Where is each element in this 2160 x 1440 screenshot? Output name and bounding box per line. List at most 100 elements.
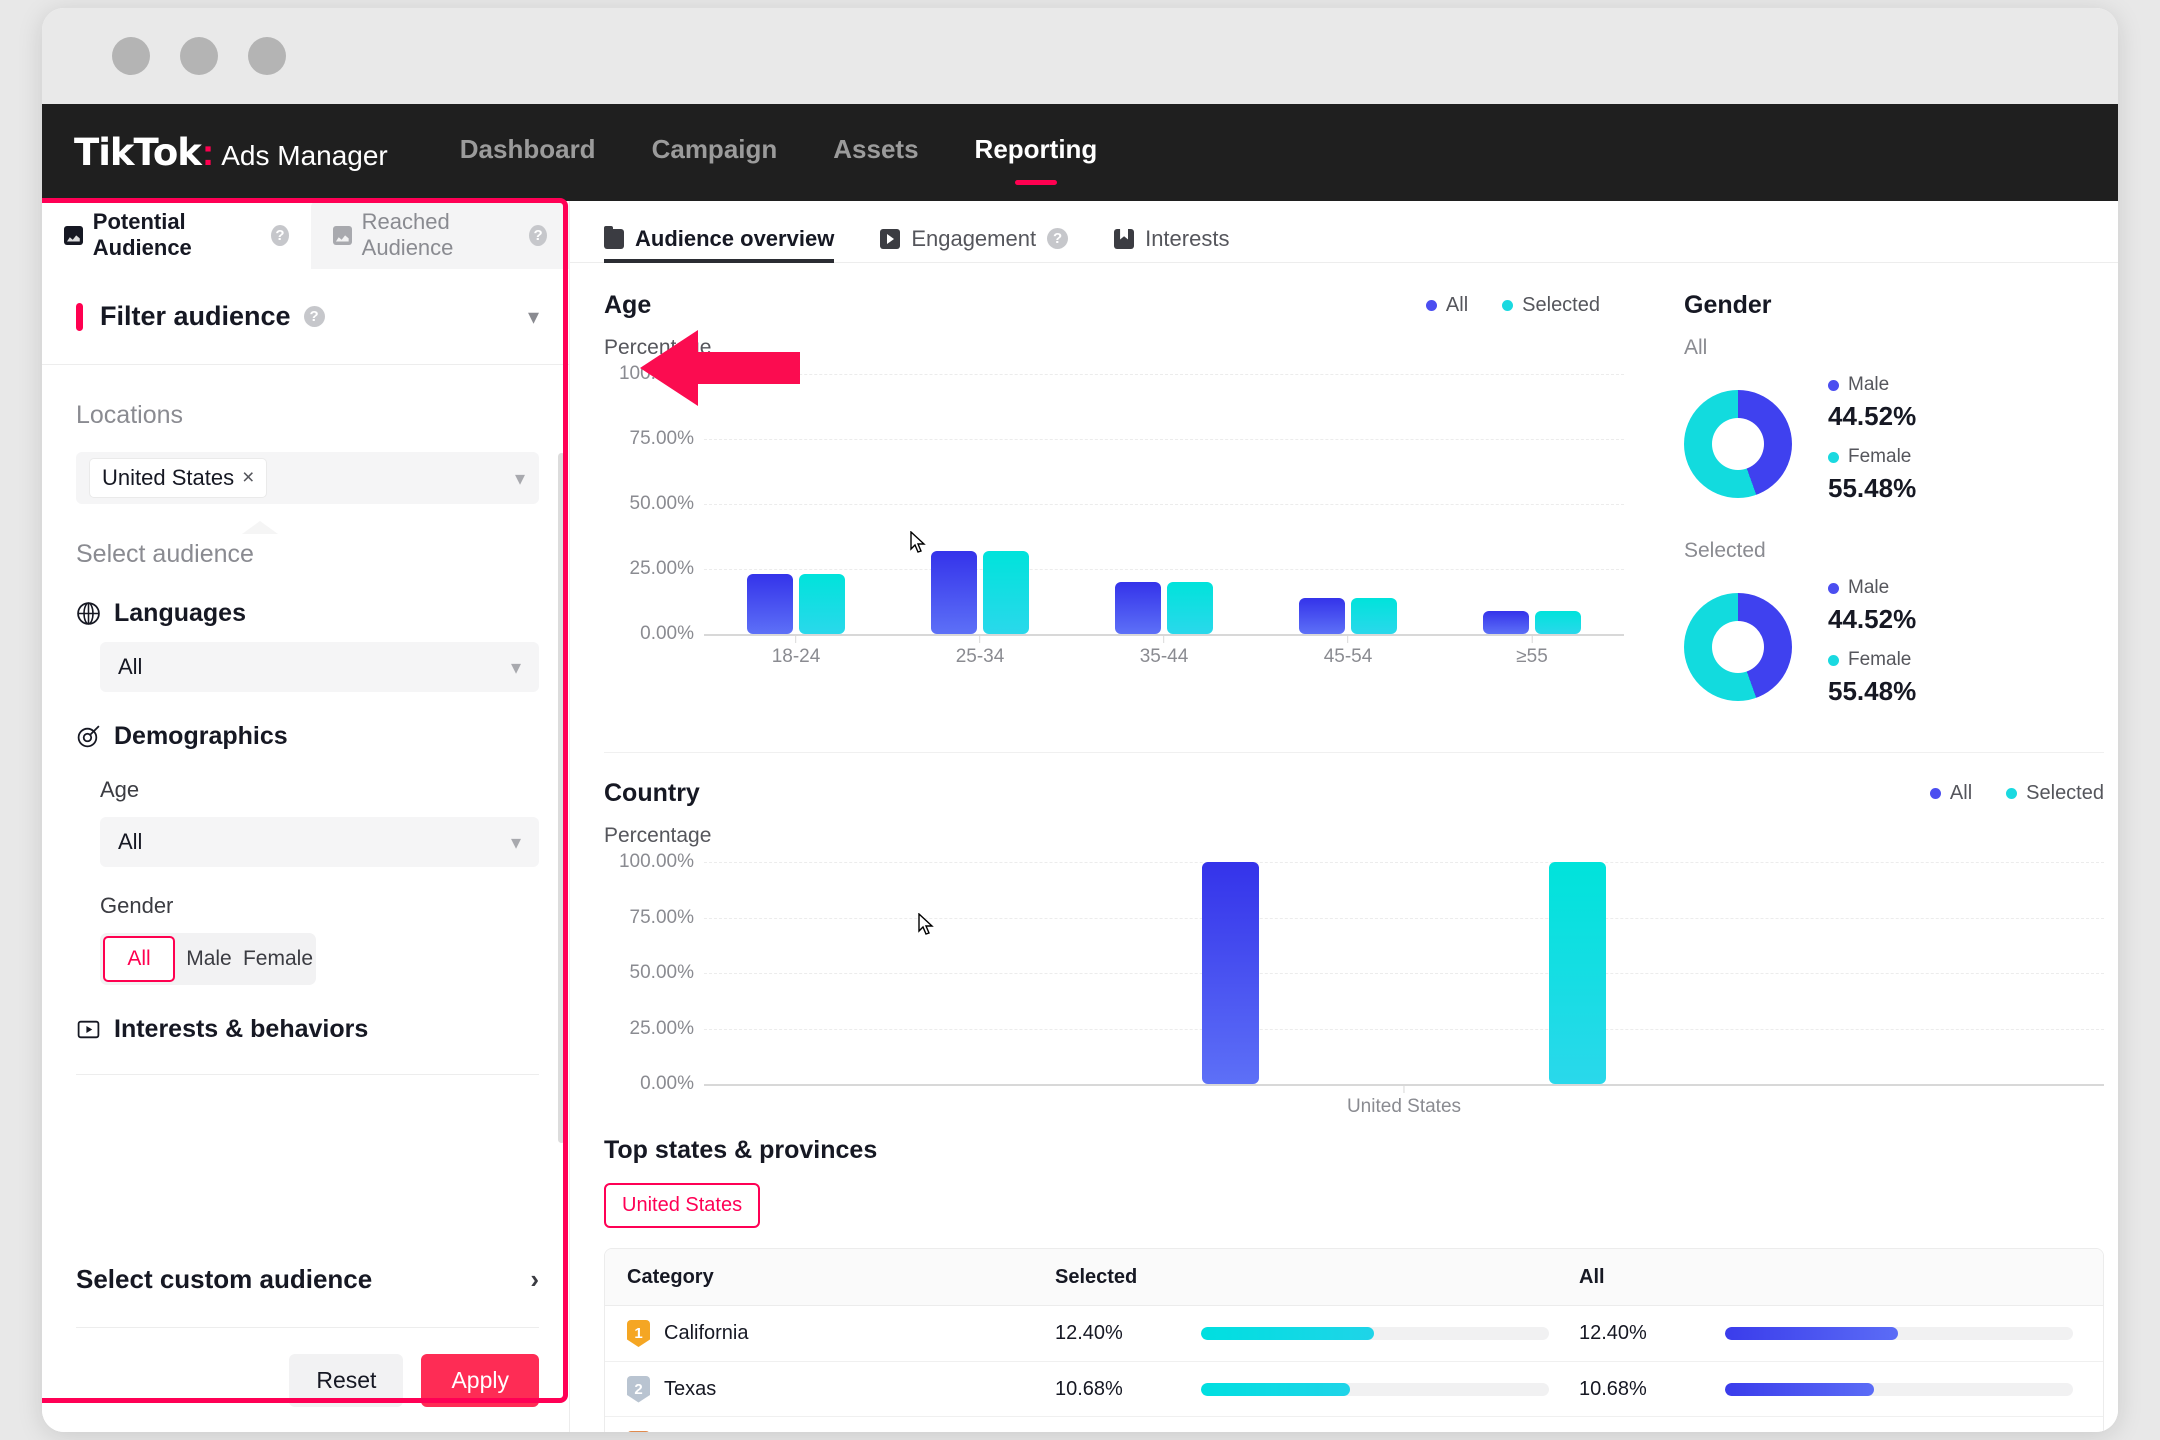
- help-icon[interactable]: ?: [271, 224, 289, 246]
- gender-chart-block: Gender All Male 44.52% Female 55.48% Sel…: [1684, 291, 2104, 716]
- tab-reached-audience[interactable]: Reached Audience ?: [310, 201, 569, 269]
- filter-audience-header[interactable]: Filter audience ? ▾: [42, 269, 569, 365]
- age-chart-legend: All Selected: [1425, 294, 1600, 317]
- location-chip-label: United States: [102, 465, 235, 490]
- tab-potential-audience[interactable]: Potential Audience ?: [42, 201, 311, 269]
- window-minimize-button[interactable]: [180, 37, 218, 75]
- interests-behaviors-group-header[interactable]: Interests & behaviors: [76, 1015, 539, 1044]
- xtick-label: 45-54: [1323, 646, 1373, 667]
- bar-group: 25-34: [888, 374, 1072, 667]
- gender-male-value: 44.52%: [1828, 401, 1917, 431]
- state-name: Texas: [664, 1377, 717, 1400]
- gender-option-female[interactable]: Female: [243, 936, 313, 982]
- chevron-right-icon[interactable]: ›: [530, 1264, 539, 1295]
- nav-link-dashboard[interactable]: Dashboard: [460, 134, 596, 171]
- apply-button[interactable]: Apply: [421, 1353, 539, 1407]
- bar-selected[interactable]: [1535, 610, 1581, 634]
- table-row[interactable]: 2 Texas 10.68% 10.68%: [605, 1361, 2103, 1416]
- tab-interests[interactable]: Interests: [1114, 215, 1229, 262]
- select-custom-audience-label: Select custom audience: [76, 1264, 373, 1294]
- nav-link-assets[interactable]: Assets: [833, 134, 918, 171]
- help-icon[interactable]: ?: [303, 306, 325, 327]
- reset-button[interactable]: Reset: [289, 1353, 404, 1407]
- top-states-title: Top states & provinces: [604, 1136, 878, 1164]
- all-bar-fill: [1725, 1382, 1874, 1396]
- mouse-cursor: [910, 531, 926, 555]
- state-name: California: [664, 1322, 749, 1344]
- bar-all[interactable]: [747, 574, 793, 634]
- gender-option-male[interactable]: Male: [175, 936, 243, 982]
- country-filter-chip-united-states[interactable]: United States: [604, 1183, 761, 1228]
- window-maximize-button[interactable]: [248, 37, 286, 75]
- sidebar-scrollbar[interactable]: [558, 453, 565, 1143]
- nav-link-reporting[interactable]: Reporting: [975, 134, 1098, 171]
- browser-window: TikTok : Ads Manager Dashboard Campaign …: [42, 8, 2118, 1432]
- table-row[interactable]: 1 California 12.40% 12.40%: [605, 1306, 2103, 1361]
- legend-item-all[interactable]: All: [1929, 782, 1972, 805]
- bar-all[interactable]: [1299, 597, 1345, 634]
- bar-all[interactable]: [931, 550, 977, 634]
- legend-item-selected[interactable]: Selected: [2006, 782, 2104, 805]
- xtick-label: 18-24: [771, 646, 821, 667]
- legend-label-male: Male: [1848, 577, 1890, 598]
- age-label: Age: [100, 777, 140, 802]
- top-states-table: Category Selected All 1 California 12.40% 1…: [604, 1248, 2104, 1432]
- age-select[interactable]: All ▾: [100, 817, 539, 867]
- legend-female: Female: [1828, 446, 1916, 468]
- selected-value: 12.40%: [1055, 1322, 1123, 1344]
- chevron-down-icon[interactable]: ▾: [528, 304, 539, 330]
- help-icon[interactable]: ?: [1047, 228, 1069, 249]
- legend-item-all[interactable]: All: [1425, 294, 1468, 317]
- selected-value: 10.68%: [1055, 1377, 1123, 1400]
- legend-label-female: Female: [1848, 446, 1912, 467]
- location-chip-united-states[interactable]: United States ×: [90, 459, 267, 497]
- bar-all[interactable]: [1202, 862, 1259, 1084]
- target-icon: [77, 725, 100, 748]
- close-icon[interactable]: ×: [242, 466, 254, 490]
- ytick: 50.00%: [629, 962, 694, 983]
- gender-all-label: All: [1684, 336, 1708, 359]
- legend-female: Female: [1828, 649, 1916, 671]
- divider: [604, 752, 2104, 753]
- gender-selected-donut-row: Male 44.52% Female 55.48%: [1684, 577, 2104, 716]
- chevron-down-icon[interactable]: ▾: [511, 830, 521, 855]
- select-custom-audience-row[interactable]: Select custom audience ›: [76, 1232, 539, 1328]
- country-bars-container: United States: [704, 862, 2104, 1117]
- xtick-label: United States: [1346, 1096, 1462, 1117]
- legend-item-selected[interactable]: Selected: [1502, 294, 1600, 317]
- bar-all[interactable]: [1115, 582, 1161, 634]
- tiktok-ads-manager-logo[interactable]: TikTok : Ads Manager: [74, 131, 388, 174]
- chevron-down-icon[interactable]: ▾: [515, 466, 525, 491]
- all-value: 12.40%: [1579, 1322, 1647, 1344]
- table-row[interactable]: 3Florida7.21%7.21%: [605, 1416, 2103, 1432]
- filter-scroll-region: Locations United States × ▾ Select audie…: [42, 365, 569, 1232]
- nav-link-campaign[interactable]: Campaign: [652, 134, 778, 171]
- tab-engagement[interactable]: Engagement ?: [880, 215, 1069, 262]
- country-chart-plot-area: United States: [704, 862, 2104, 1117]
- xtick-label: ≥55: [1516, 646, 1548, 667]
- bar-selected[interactable]: [1351, 597, 1397, 634]
- bar-selected[interactable]: [799, 574, 845, 634]
- filter-sidebar: Potential Audience ? Reached Audience ? …: [42, 201, 570, 1432]
- selected-bar-fill: [1201, 1327, 1374, 1340]
- bar-all[interactable]: [1483, 610, 1529, 634]
- window-close-button[interactable]: [112, 37, 150, 75]
- gender-option-all[interactable]: All: [103, 936, 175, 982]
- locations-select[interactable]: United States × ▾: [76, 452, 539, 504]
- main-tab-bar: Audience overview Engagement ? Interests: [570, 201, 2118, 263]
- help-icon[interactable]: ?: [529, 224, 547, 246]
- languages-select[interactable]: All ▾: [100, 642, 539, 692]
- all-bar-fill: [1725, 1327, 1898, 1340]
- legend-dot-selected: [1502, 300, 1514, 311]
- chevron-down-icon[interactable]: ▾: [511, 655, 521, 680]
- bar-selected[interactable]: [983, 550, 1029, 634]
- gender-chart-title: Gender: [1684, 291, 1772, 319]
- tab-engagement-label: Engagement: [911, 225, 1037, 251]
- bar-selected[interactable]: [1167, 582, 1213, 634]
- tab-audience-overview[interactable]: Audience overview: [604, 215, 835, 263]
- legend-dot-male: [1828, 582, 1839, 594]
- legend-dot-selected: [2006, 788, 2018, 799]
- all-bar-track: [1725, 1327, 2073, 1340]
- age-value: All: [118, 829, 143, 854]
- bar-selected[interactable]: [1549, 862, 1606, 1084]
